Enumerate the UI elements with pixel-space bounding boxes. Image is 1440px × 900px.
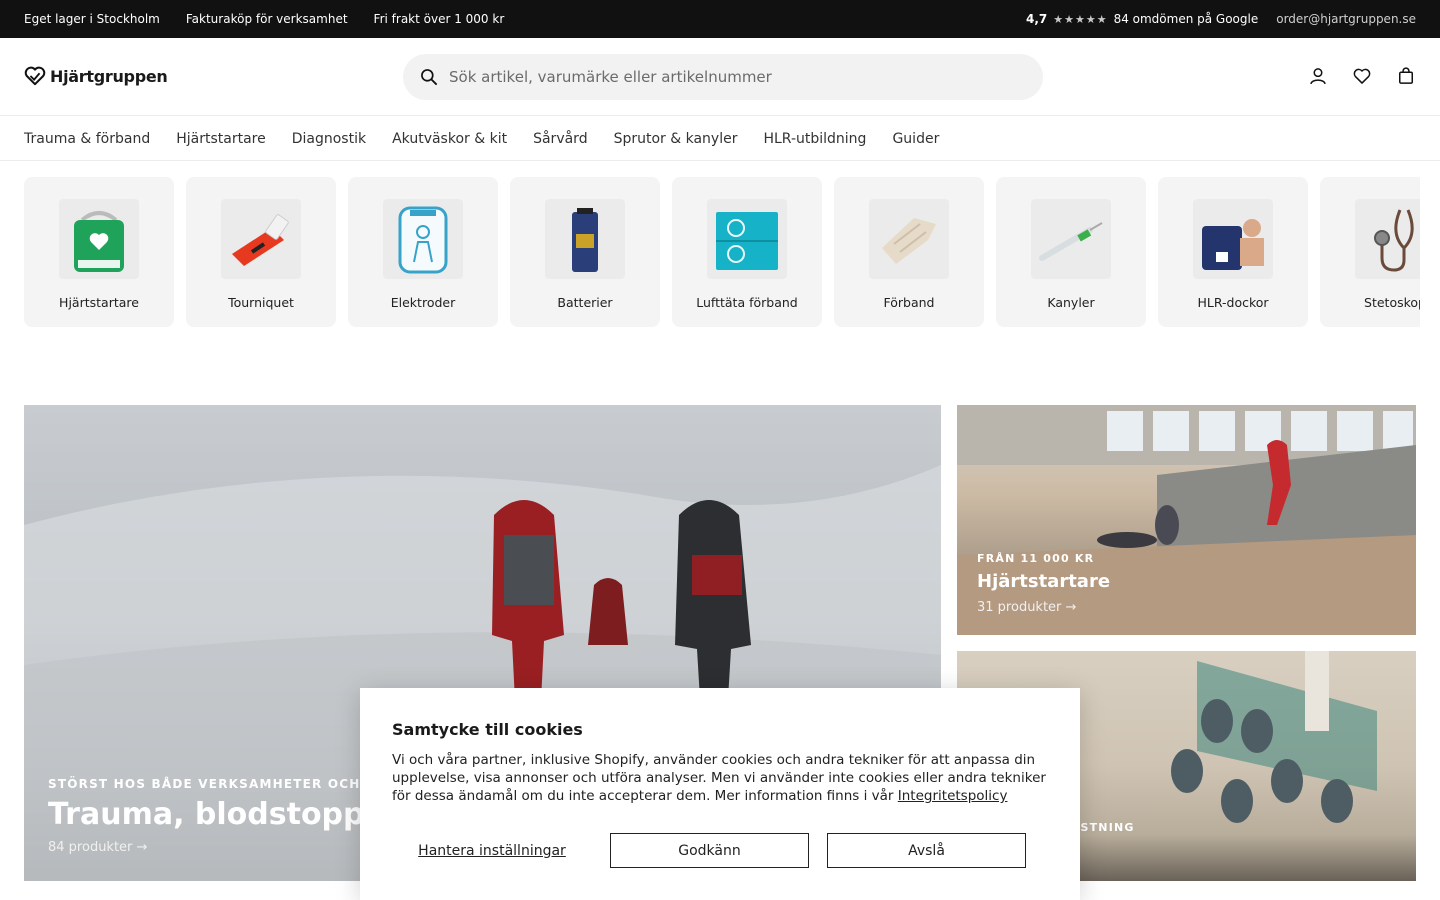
category-tile-lufttata-forband[interactable]: Lufttäta förband (672, 177, 822, 327)
category-label: Kanyler (1047, 295, 1095, 310)
site-header: Hjärtgruppen (0, 38, 1440, 116)
nav-item-trauma[interactable]: Trauma & förband (24, 131, 150, 147)
category-label: Hjärtstartare (59, 295, 139, 310)
card1-title: Hjärtstartare (977, 571, 1111, 592)
category-tile-elektroder[interactable]: Elektroder (348, 177, 498, 327)
nav-item-hlr-utbildning[interactable]: HLR-utbildning (763, 131, 866, 147)
card1-text: FRÅN 11 000 KR Hjärtstartare 31 produkte… (977, 552, 1110, 615)
announcement-right: 4,7 ★★★★★ 84 omdömen på Google order@hja… (1026, 12, 1416, 26)
category-label: Lufttäta förband (696, 295, 798, 310)
site-logo[interactable]: Hjärtgruppen (24, 66, 168, 86)
rating-text: 84 omdömen på Google (1113, 12, 1259, 26)
privacy-policy-link[interactable]: Integritetspolicy (898, 788, 1008, 804)
announcement-items: Eget lager i Stockholm Fakturaköp för ve… (24, 12, 504, 26)
wishlist-heart-icon[interactable] (1352, 66, 1372, 86)
cookie-consent-dialog: Samtycke till cookies Vi och våra partne… (360, 688, 1080, 900)
category-tile-forband[interactable]: Förband (834, 177, 984, 327)
rating-score: 4,7 (1025, 12, 1048, 26)
stethoscope-image (1355, 199, 1420, 279)
nav-item-hjartstartare[interactable]: Hjärtstartare (176, 131, 266, 147)
announcement-stock: Eget lager i Stockholm (24, 12, 160, 26)
manage-settings-button[interactable]: Hantera inställningar (392, 843, 592, 859)
category-label: Förband (883, 295, 935, 310)
category-tile-stetoskop[interactable]: Stetoskop (1320, 177, 1420, 327)
heart-logo-icon (24, 66, 46, 86)
card1-eyebrow: FRÅN 11 000 KR (977, 552, 1095, 565)
category-carousel: Hjärtstartare Tourniquet Elektroder Batt… (24, 177, 1420, 327)
cart-bag-icon[interactable] (1396, 66, 1416, 86)
announcement-shipping: Fri frakt över 1 000 kr (373, 12, 505, 26)
nav-item-akutvaskor[interactable]: Akutväskor & kit (392, 131, 507, 147)
google-rating[interactable]: 4,7 ★★★★★ 84 omdömen på Google (1026, 12, 1258, 26)
cookie-actions: Hantera inställningar Godkänn Avslå (392, 833, 1026, 868)
category-tile-hlr-dockor[interactable]: HLR-dockor (1158, 177, 1308, 327)
announcement-bar: Eget lager i Stockholm Fakturaköp för ve… (0, 0, 1440, 38)
nav-item-sprutor[interactable]: Sprutor & kanyler (614, 131, 738, 147)
defibrillator-image (59, 199, 139, 279)
category-tile-tourniquet[interactable]: Tourniquet (186, 177, 336, 327)
cannula-image (1031, 199, 1111, 279)
account-icon[interactable] (1308, 66, 1328, 86)
nav-item-diagnostik[interactable]: Diagnostik (292, 131, 366, 147)
nav-item-sarvard[interactable]: Sårvård (533, 131, 587, 147)
contact-email-link[interactable]: order@hjartgruppen.se (1276, 12, 1416, 26)
decline-cookies-button[interactable]: Avslå (827, 833, 1026, 868)
logo-text: Hjärtgruppen (50, 66, 168, 86)
cookie-title: Samtycke till cookies (392, 720, 583, 739)
cookie-body: Vi och våra partner, inklusive Shopify, … (392, 751, 1048, 805)
search-input[interactable] (449, 68, 1009, 86)
category-tile-hjartstartare[interactable]: Hjärtstartare (24, 177, 174, 327)
header-actions (1308, 66, 1416, 86)
bandage-image (869, 199, 949, 279)
category-label: Elektroder (390, 295, 456, 310)
category-tile-batterier[interactable]: Batterier (510, 177, 660, 327)
search-bar[interactable] (403, 54, 1043, 100)
category-label: Batterier (557, 295, 613, 310)
main-navigation: Trauma & förband Hjärtstartare Diagnosti… (0, 117, 1440, 161)
category-tile-kanyler[interactable]: Kanyler (996, 177, 1146, 327)
card1-product-count[interactable]: 31 produkter → (977, 600, 1110, 615)
nav-item-guider[interactable]: Guider (892, 131, 939, 147)
star-icons: ★★★★★ (1053, 12, 1108, 26)
chest-seal-image (707, 199, 787, 279)
announcement-invoice: Fakturaköp för verksamhet (185, 12, 348, 26)
promo-card-hjartstartare[interactable]: FRÅN 11 000 KR Hjärtstartare 31 produkte… (957, 405, 1416, 635)
battery-image (545, 199, 625, 279)
category-label: HLR-dockor (1197, 295, 1269, 310)
electrodes-image (383, 199, 463, 279)
tourniquet-image (221, 199, 301, 279)
search-icon (421, 69, 437, 86)
category-label: Stetoskop (1364, 295, 1420, 310)
accept-cookies-button[interactable]: Godkänn (610, 833, 809, 868)
category-label: Tourniquet (228, 295, 294, 310)
cpr-manikin-image (1193, 199, 1273, 279)
